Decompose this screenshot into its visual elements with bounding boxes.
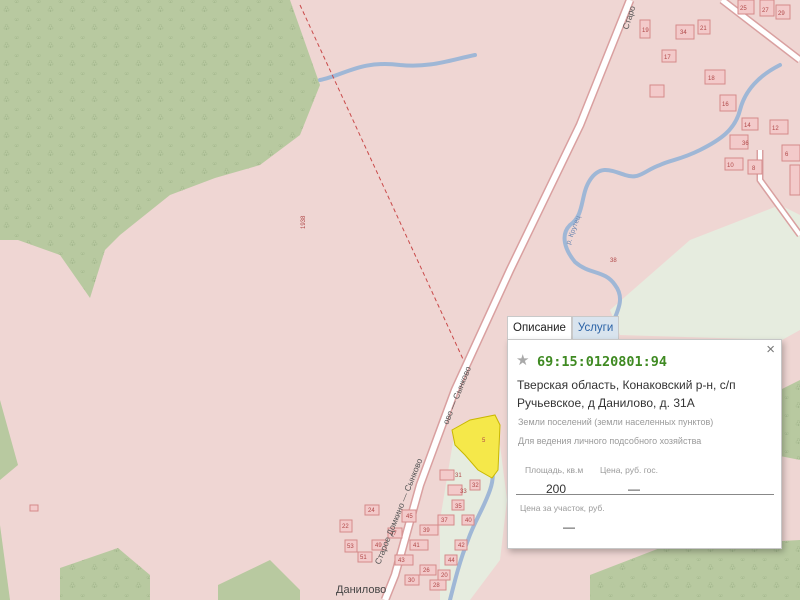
svg-text:41: 41 (413, 543, 420, 549)
area-code-label: 1938 (301, 215, 307, 229)
svg-text:22: 22 (342, 524, 349, 530)
svg-text:27: 27 (762, 8, 769, 14)
svg-text:25: 25 (740, 6, 747, 12)
svg-text:44: 44 (448, 558, 455, 564)
cadastral-number: 69:15:0120801:94 (537, 354, 668, 370)
svg-text:19: 19 (642, 28, 649, 34)
tab-services[interactable]: Услуги (571, 316, 620, 340)
area-label: Площадь, кв.м (525, 465, 584, 475)
permitted-use: Для ведения личного подсобного хозяйства (518, 436, 702, 446)
svg-text:43: 43 (398, 558, 405, 564)
svg-text:51: 51 (360, 555, 367, 561)
svg-text:29: 29 (778, 11, 785, 17)
parcel-address: Тверская область, Конаковский р-н, с/п Р… (517, 378, 736, 410)
svg-text:36: 36 (742, 141, 749, 147)
svg-text:24: 24 (368, 508, 375, 514)
svg-text:45: 45 (406, 514, 413, 520)
close-icon[interactable]: × (766, 341, 775, 358)
popup-tabs: Описание Услуги (507, 316, 620, 340)
svg-text:20: 20 (441, 573, 448, 579)
svg-text:39: 39 (423, 528, 430, 534)
svg-text:34: 34 (680, 30, 687, 36)
plot-price-label: Цена за участок, руб. (520, 503, 605, 513)
svg-text:35: 35 (455, 504, 462, 510)
parcel-info-popup: × ★ 69:15:0120801:94 Тверская область, К… (507, 339, 782, 549)
svg-text:21: 21 (700, 26, 707, 32)
divider (516, 494, 774, 495)
star-icon[interactable]: ★ (516, 353, 529, 368)
svg-text:37: 37 (441, 518, 448, 524)
svg-text:40: 40 (465, 518, 472, 524)
svg-text:14: 14 (744, 123, 751, 129)
svg-text:42: 42 (458, 543, 465, 549)
svg-text:26: 26 (423, 568, 430, 574)
svg-text:16: 16 (722, 102, 729, 108)
svg-text:28: 28 (433, 583, 440, 589)
svg-text:30: 30 (408, 578, 415, 584)
svg-text:12: 12 (772, 126, 779, 132)
svg-text:38: 38 (610, 258, 617, 264)
plot-price-value: — (563, 520, 575, 534)
svg-text:31: 31 (455, 473, 462, 479)
svg-text:33: 33 (460, 489, 467, 495)
svg-text:53: 53 (347, 544, 354, 550)
tab-description[interactable]: Описание (507, 316, 572, 340)
price-label: Цена, руб. гос. (600, 465, 658, 475)
svg-text:17: 17 (664, 55, 671, 61)
village-label: Данилово (336, 584, 386, 596)
svg-text:32: 32 (472, 483, 479, 489)
svg-text:10: 10 (727, 163, 734, 169)
svg-text:18: 18 (708, 76, 715, 82)
land-category: Земли поселений (земли населенных пункто… (518, 417, 714, 427)
